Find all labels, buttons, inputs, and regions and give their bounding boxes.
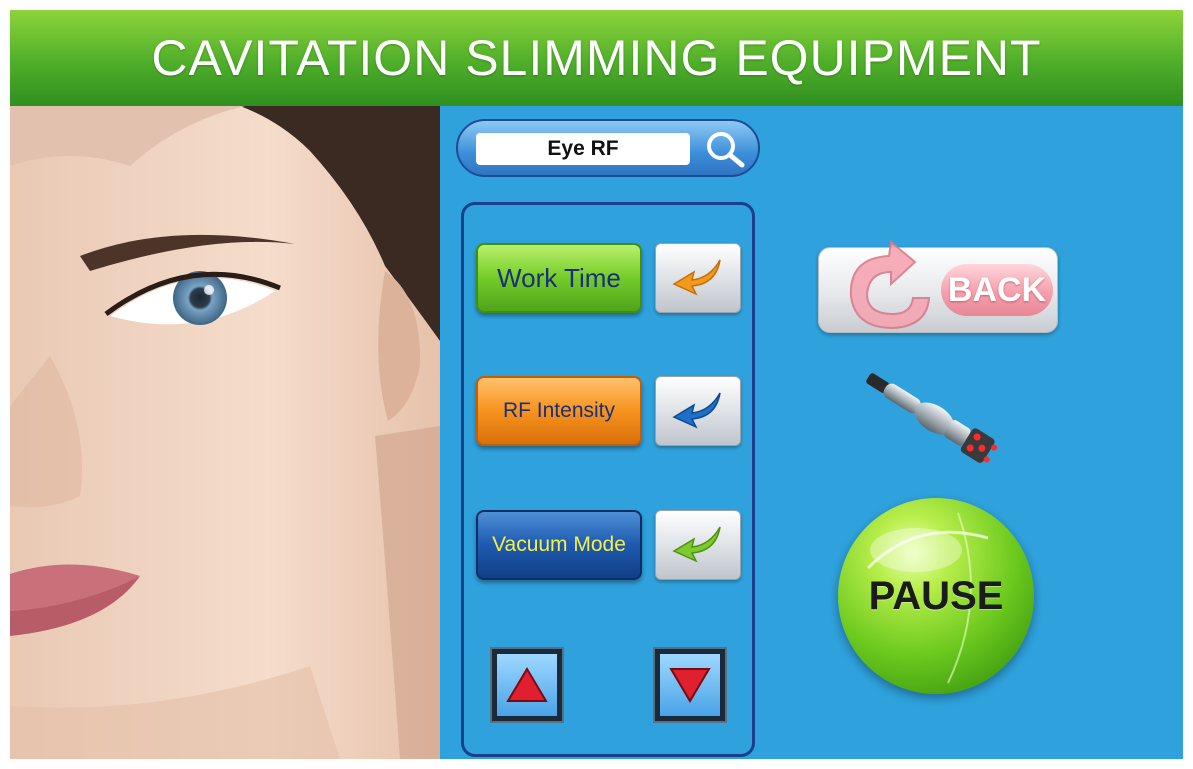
decrease-button[interactable]: [653, 647, 727, 723]
increase-button-face: [497, 654, 557, 716]
back-button[interactable]: BACK: [818, 240, 1058, 333]
app-screen: CAVITATION SLIMMING EQUIPMENT Eye RF Wor…: [10, 10, 1183, 759]
return-arrow-icon: [672, 526, 721, 563]
work-time-button[interactable]: Work Time: [476, 243, 642, 313]
vacuum-mode-button[interactable]: Vacuum Mode: [476, 510, 642, 580]
rf-intensity-button[interactable]: RF Intensity: [476, 376, 642, 446]
search-icon[interactable]: [704, 129, 748, 169]
rf-intensity-enter-button[interactable]: [655, 376, 741, 446]
search-input[interactable]: Eye RF: [476, 133, 690, 165]
face-photo: [10, 106, 440, 759]
decrease-button-face: [660, 654, 720, 716]
search-bar: Eye RF: [456, 119, 760, 177]
pause-button[interactable]: PAUSE: [838, 498, 1034, 694]
rf-probe-image: [866, 373, 998, 463]
pause-label: PAUSE: [868, 573, 1004, 618]
back-label: BACK: [941, 264, 1053, 316]
work-time-enter-button[interactable]: [655, 243, 741, 313]
work-time-label: Work Time: [497, 262, 621, 293]
vacuum-mode-enter-button[interactable]: [655, 510, 741, 580]
back-arrow-icon: [849, 240, 931, 330]
return-arrow-icon: [672, 392, 721, 429]
triangle-down-icon: [669, 668, 711, 703]
increase-button[interactable]: [490, 647, 564, 723]
return-arrow-icon: [672, 259, 721, 296]
vacuum-mode-label: Vacuum Mode: [492, 533, 626, 556]
rf-intensity-label: RF Intensity: [502, 399, 616, 422]
page-title: CAVITATION SLIMMING EQUIPMENT: [151, 30, 1042, 86]
header-bar: CAVITATION SLIMMING EQUIPMENT: [10, 10, 1183, 106]
triangle-up-icon: [506, 667, 548, 702]
